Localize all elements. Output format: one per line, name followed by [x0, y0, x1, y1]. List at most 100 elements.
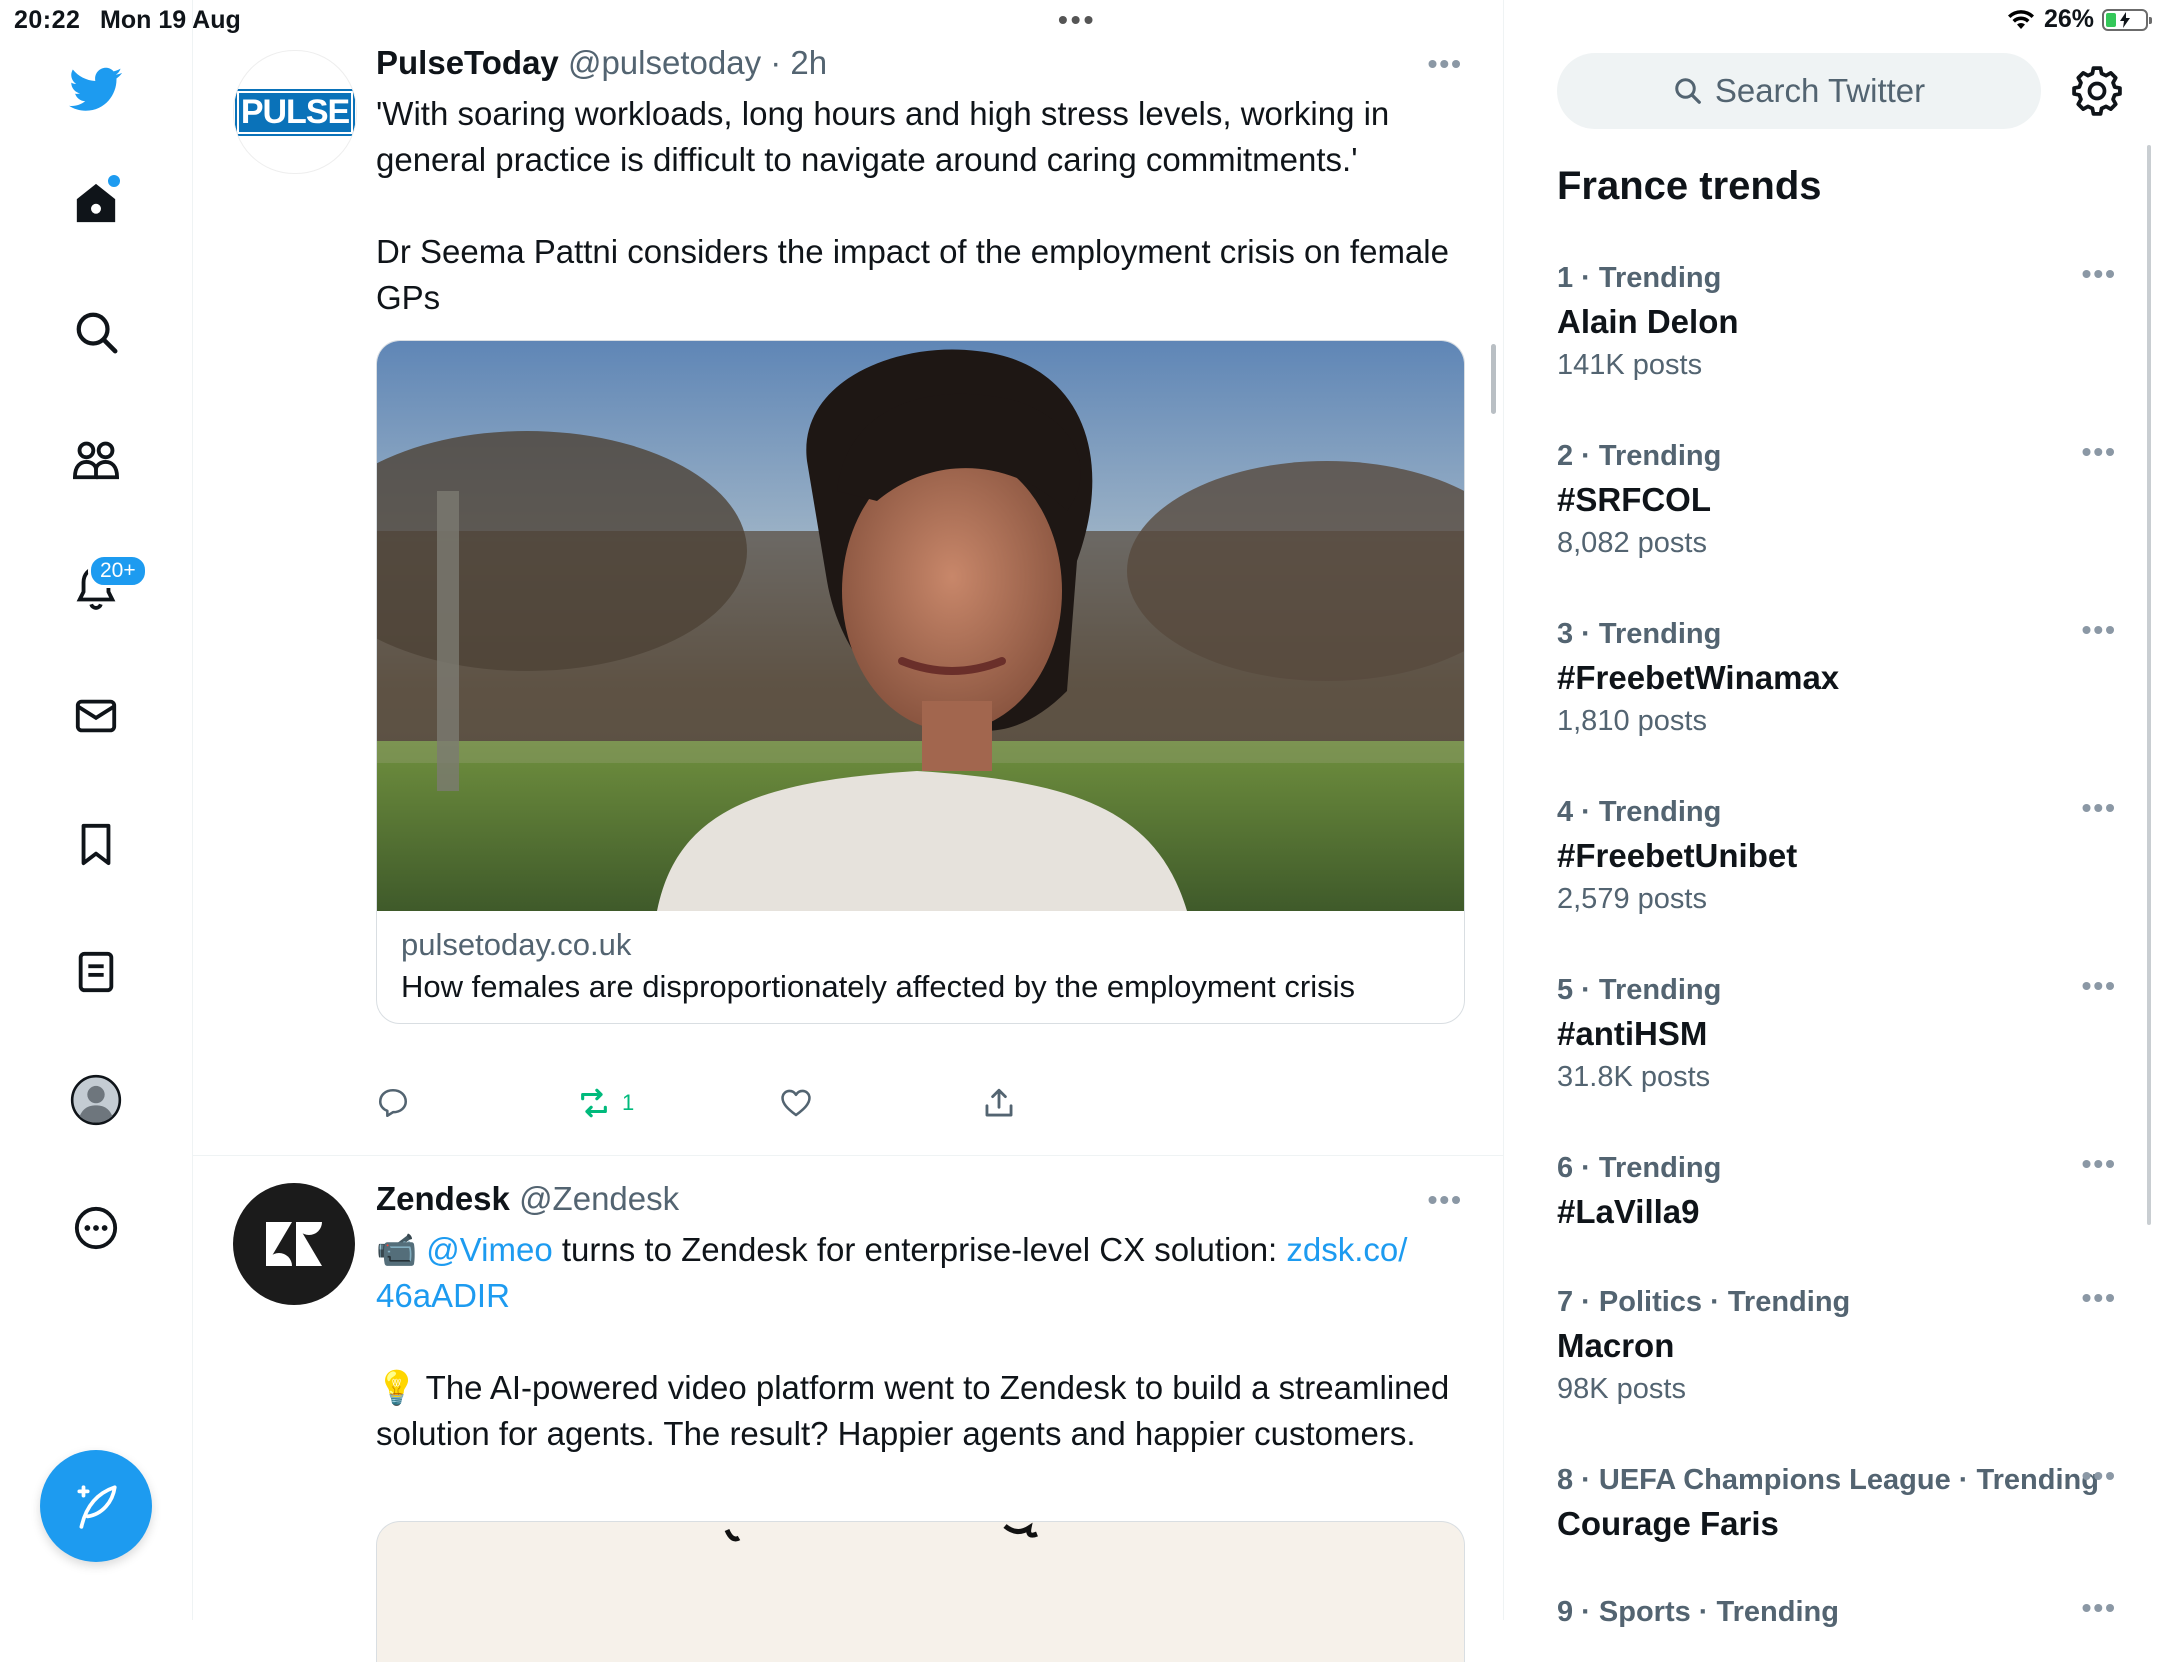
- trend-item[interactable]: 7 · Politics · Trending Macron 98K posts…: [1557, 1282, 2117, 1406]
- heart-icon: [781, 1089, 811, 1117]
- link-card-image: [377, 341, 1464, 911]
- search-field[interactable]: Search Twitter: [1557, 53, 2041, 129]
- tweet-more-icon[interactable]: •••: [1428, 1184, 1463, 1216]
- like-button[interactable]: [779, 1086, 813, 1120]
- tweet-time[interactable]: · 2h: [770, 44, 827, 81]
- search-icon: [76, 312, 118, 354]
- retweet-button[interactable]: 1: [576, 1086, 634, 1120]
- nav-profile[interactable]: [56, 1060, 136, 1140]
- video-camera-emoji: 📹: [376, 1231, 418, 1268]
- trend-item[interactable]: 2 · Trending #SRFCOL 8,082 posts •••: [1557, 436, 2117, 560]
- url-link-continued[interactable]: 46aADIR: [376, 1277, 510, 1314]
- more-circle-icon: [74, 1206, 118, 1250]
- nav-home[interactable]: [56, 163, 136, 243]
- trend-more-icon[interactable]: •••: [2082, 1148, 2117, 1180]
- nav-more[interactable]: [56, 1188, 136, 1268]
- right-sidebar: Search Twitter France trends 1 · Trendin…: [1504, 0, 2160, 1628]
- trend-item[interactable]: 5 · Trending #antiHSM 31.8K posts •••: [1557, 970, 2117, 1094]
- link-card[interactable]: pulsetoday.co.uk How females are disprop…: [376, 340, 1465, 1024]
- trend-more-icon[interactable]: •••: [2082, 614, 2117, 646]
- nav-explore[interactable]: [56, 292, 136, 372]
- nav-messages[interactable]: [56, 676, 136, 756]
- trend-more-icon[interactable]: •••: [2082, 1460, 2117, 1492]
- trend-context: 9 · Sports · Trending: [1557, 1596, 1839, 1628]
- left-navigation: 20+: [0, 0, 193, 1620]
- share-button[interactable]: [982, 1086, 1016, 1120]
- notifications-badge: 20+: [88, 554, 148, 588]
- tweet-text-paragraph: 'With soaring workloads, long hours and …: [376, 95, 1390, 178]
- trend-more-icon[interactable]: •••: [2082, 970, 2117, 1002]
- link-card-domain: pulsetoday.co.uk: [401, 927, 632, 962]
- timeline[interactable]: PULSE PulseToday @pulsetoday · 2h ••• 'W…: [193, 0, 1504, 1662]
- trend-name: Macron: [1557, 1327, 1675, 1364]
- trend-context: 1 · Trending: [1557, 262, 1722, 294]
- mail-icon: [75, 699, 117, 733]
- trend-more-icon[interactable]: •••: [2082, 436, 2117, 468]
- trend-context: 4 · Trending: [1557, 796, 1722, 828]
- compose-feather-icon: [77, 1485, 117, 1529]
- link-card-title: How females are disproportionately affec…: [401, 969, 1355, 1004]
- trend-count: 98K posts: [1557, 1373, 1686, 1405]
- author-handle[interactable]: @pulsetoday: [568, 44, 761, 81]
- communities-icon: [72, 441, 120, 480]
- trend-count: 31.8K posts: [1557, 1061, 1711, 1093]
- tweet-text-fragment: turns to Zendesk for enterprise-level CX…: [552, 1231, 1287, 1268]
- tweet-text-paragraph: Dr Seema Pattni considers the impact of …: [376, 233, 1449, 316]
- trend-item[interactable]: 4 · Trending #FreebetUnibet 2,579 posts …: [1557, 792, 2117, 916]
- trend-item[interactable]: 3 · Trending #FreebetWinamax 1,810 posts…: [1557, 614, 2117, 738]
- author-name[interactable]: PulseToday: [376, 44, 559, 81]
- zendesk-logo-icon: [266, 1222, 322, 1266]
- avatar-logo-text: PULSE: [240, 92, 350, 131]
- tweet-divider: [193, 1155, 1503, 1156]
- mention-link[interactable]: @Vimeo: [426, 1231, 552, 1268]
- nav-lists[interactable]: [56, 932, 136, 1012]
- reply-icon: [378, 1088, 408, 1118]
- tweet-more-icon[interactable]: •••: [1428, 48, 1463, 80]
- trend-context: 7 · Politics · Trending: [1557, 1286, 1851, 1318]
- trend-context: 6 · Trending: [1557, 1152, 1722, 1184]
- tweet-actions: 1: [376, 1086, 1076, 1130]
- trend-more-icon[interactable]: •••: [2082, 1592, 2117, 1624]
- author-handle[interactable]: @Zendesk: [519, 1180, 679, 1217]
- trend-item[interactable]: 1 · Trending Alain Delon 141K posts •••: [1557, 258, 2117, 382]
- twitter-logo-icon[interactable]: [56, 50, 136, 130]
- trend-context: 2 · Trending: [1557, 440, 1722, 472]
- trend-item[interactable]: 6 · Trending #LaVilla9 •••: [1557, 1148, 2117, 1231]
- settings-gear-icon[interactable]: [2072, 66, 2122, 116]
- avatar[interactable]: PULSE: [233, 50, 357, 174]
- media-preview: [724, 1522, 1038, 1542]
- tweet-text-paragraph: 💡 The AI-powered video platform went to …: [376, 1365, 1466, 1457]
- trend-context: 3 · Trending: [1557, 618, 1722, 650]
- trend-name: #FreebetWinamax: [1557, 659, 1840, 696]
- retweet-icon: [581, 1088, 607, 1118]
- search-icon: [1675, 78, 1701, 104]
- bookmark-icon: [81, 823, 111, 866]
- sidebar-scrollbar[interactable]: [2147, 145, 2151, 1225]
- trend-more-icon[interactable]: •••: [2082, 1282, 2117, 1314]
- media-card[interactable]: [376, 1521, 1465, 1662]
- trend-more-icon[interactable]: •••: [2082, 792, 2117, 824]
- url-link[interactable]: zdsk.co/: [1286, 1231, 1407, 1268]
- trend-name: Courage Faris: [1557, 1505, 1779, 1542]
- trend-item[interactable]: 8 · UEFA Champions League · Trending Cou…: [1557, 1460, 2117, 1543]
- trend-more-icon[interactable]: •••: [2082, 258, 2117, 290]
- trend-item[interactable]: 9 · Sports · Trending •••: [1557, 1592, 2117, 1629]
- trend-name: #SRFCOL: [1557, 481, 1712, 518]
- search-placeholder: Search Twitter: [1714, 72, 1926, 109]
- avatar[interactable]: [233, 1183, 355, 1305]
- reply-button[interactable]: [376, 1086, 410, 1120]
- nav-bookmarks[interactable]: [56, 804, 136, 884]
- link-card-meta: pulsetoday.co.uk How females are disprop…: [377, 911, 1464, 1023]
- trends-heading: France trends: [1557, 164, 1822, 208]
- trend-name: #antiHSM: [1557, 1015, 1708, 1052]
- trend-context: 8 · UEFA Champions League · Trending: [1557, 1464, 2099, 1496]
- home-unread-dot: [106, 173, 122, 189]
- profile-avatar-icon: [70, 1074, 122, 1126]
- nav-communities[interactable]: [56, 420, 136, 500]
- trend-count: 141K posts: [1557, 349, 1703, 381]
- feed-scrollbar[interactable]: [1491, 344, 1496, 414]
- share-icon: [985, 1088, 1013, 1117]
- author-name[interactable]: Zendesk: [376, 1180, 510, 1217]
- compose-tweet-button[interactable]: [40, 1450, 152, 1562]
- trend-name: #LaVilla9: [1557, 1193, 1700, 1230]
